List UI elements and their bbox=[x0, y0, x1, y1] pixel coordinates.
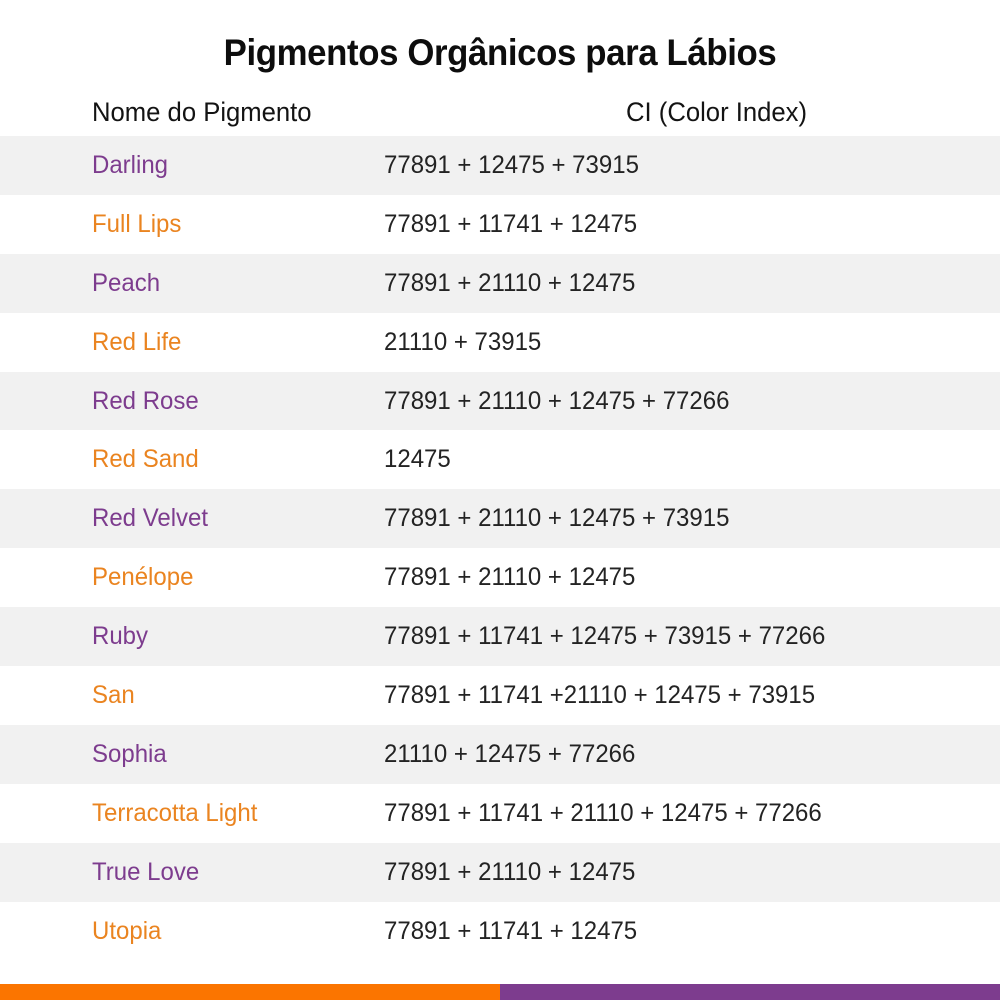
cell-pigment-name: Terracotta Light bbox=[92, 798, 258, 827]
table-row: Penélope 77891 + 21110 + 12475 bbox=[0, 548, 1000, 608]
table-row: San 77891 + 11741 +21110 + 12475 + 73915 bbox=[0, 666, 1000, 725]
cell-color-index: 77891 + 11741 + 21110 + 12475 + 77266 bbox=[384, 798, 822, 827]
cell-pigment-name: True Love bbox=[92, 857, 200, 886]
cell-pigment-name: Full Lips bbox=[92, 209, 182, 238]
column-header-color-index: CI (Color Index) bbox=[626, 97, 808, 127]
accent-bar-orange-segment bbox=[0, 984, 500, 1000]
cell-pigment-name: Red Rose bbox=[92, 386, 199, 415]
table-row: Red Velvet 77891 + 21110 + 12475 + 73915 bbox=[0, 489, 1000, 549]
cell-color-index: 21110 + 12475 + 77266 bbox=[384, 739, 636, 768]
table-row: Terracotta Light 77891 + 11741 + 21110 + … bbox=[0, 783, 1000, 843]
table-row: Sophia 21110 + 12475 + 77266 bbox=[0, 724, 1000, 784]
cell-color-index: 77891 + 21110 + 12475 + 77266 bbox=[384, 386, 730, 415]
cell-color-index: 77891 + 12475 + 73915 bbox=[384, 150, 639, 179]
table-row: Red Sand 12475 bbox=[0, 430, 1000, 490]
cell-color-index: 77891 + 21110 + 12475 + 73915 bbox=[384, 504, 730, 533]
cell-color-index: 77891 + 11741 +21110 + 12475 + 73915 bbox=[384, 680, 816, 709]
cell-pigment-name: Ruby bbox=[92, 622, 149, 651]
table-row: True Love 77891 + 21110 + 12475 bbox=[0, 842, 1000, 902]
faint-artifact-text bbox=[6, 963, 506, 981]
cell-color-index: 77891 + 21110 + 12475 bbox=[384, 268, 636, 297]
cell-color-index: 77891 + 11741 + 12475 + 73915 + 77266 bbox=[384, 622, 826, 651]
table-row: Full Lips 77891 + 11741 + 12475 bbox=[0, 194, 1000, 254]
cell-color-index: 21110 + 73915 bbox=[384, 327, 542, 356]
cell-pigment-name: Red Life bbox=[92, 327, 182, 356]
pigment-table: Darling 77891 + 12475 + 73915 Full Lips 778… bbox=[0, 136, 1000, 961]
page-title: Pigmentos Orgânicos para Lábios bbox=[223, 32, 777, 73]
bottom-accent-bar bbox=[0, 984, 1000, 1000]
cell-color-index: 77891 + 21110 + 12475 bbox=[384, 857, 636, 886]
cell-color-index: 77891 + 11741 + 12475 bbox=[384, 209, 638, 238]
page-root: Pigmentos Orgânicos para Lábios Nome do … bbox=[0, 0, 1000, 1000]
table-column-headers: Nome do Pigmento CI (Color Index) bbox=[0, 96, 1000, 136]
cell-color-index: 77891 + 11741 + 12475 bbox=[384, 916, 638, 945]
cell-color-index: 12475 bbox=[384, 445, 451, 474]
cell-pigment-name: Darling bbox=[92, 150, 169, 179]
cell-color-index: 77891 + 21110 + 12475 bbox=[384, 563, 636, 592]
table-row: Peach 77891 + 21110 + 12475 bbox=[0, 253, 1000, 313]
table-row: Darling 77891 + 12475 + 73915 bbox=[0, 136, 1000, 195]
cell-pigment-name: Red Velvet bbox=[92, 504, 209, 533]
table-row: Red Rose 77891 + 21110 + 12475 + 77266 bbox=[0, 371, 1000, 431]
table-row: Red Life 21110 + 73915 bbox=[0, 312, 1000, 372]
accent-bar-purple-segment bbox=[500, 984, 1000, 1000]
cell-pigment-name: Penélope bbox=[92, 563, 194, 592]
cell-pigment-name: San bbox=[92, 680, 135, 709]
cell-pigment-name: Utopia bbox=[92, 916, 162, 945]
cell-pigment-name: Sophia bbox=[92, 739, 167, 768]
cell-pigment-name: Red Sand bbox=[92, 445, 199, 474]
table-row: Utopia 77891 + 11741 + 12475 bbox=[0, 901, 1000, 961]
column-header-pigment-name: Nome do Pigmento bbox=[92, 97, 312, 127]
cell-pigment-name: Peach bbox=[92, 268, 161, 297]
table-row: Ruby 77891 + 11741 + 12475 + 73915 + 7726… bbox=[0, 607, 1000, 667]
